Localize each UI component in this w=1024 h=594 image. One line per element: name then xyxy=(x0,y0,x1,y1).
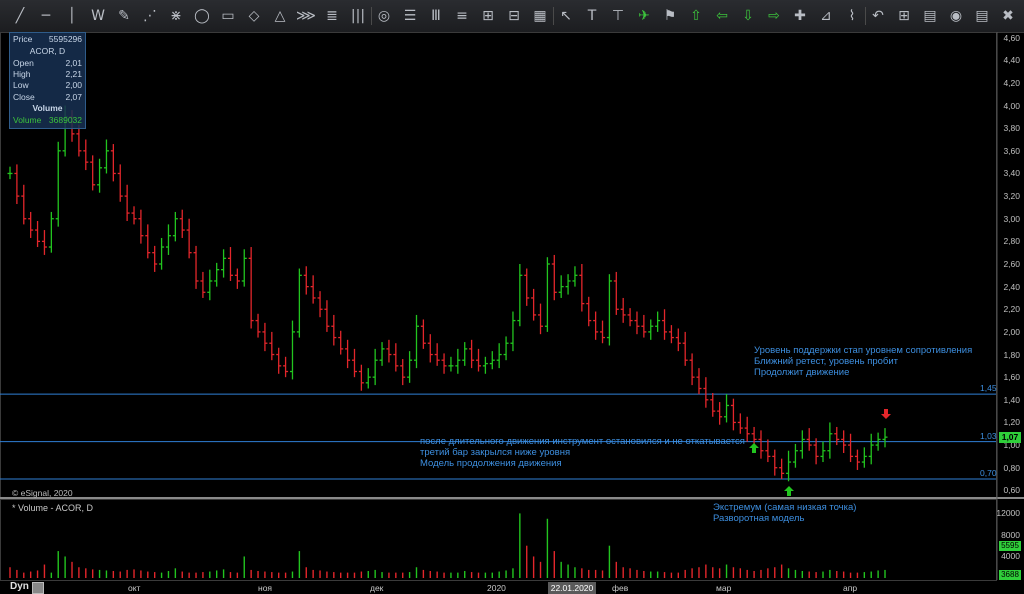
volume-panel-title: * Volume - ACOR, D xyxy=(12,503,94,513)
price-tick-label: 2,00 xyxy=(1003,326,1020,337)
month-label: 2020 xyxy=(487,583,506,593)
high-label: High xyxy=(13,69,31,79)
price-tick-label: 3,00 xyxy=(1003,213,1020,224)
note-line: третий бар закрылся ниже уровня xyxy=(420,447,571,458)
note-line: после длительного движения инструмент ос… xyxy=(420,436,745,447)
price-tick-label: 4,20 xyxy=(1003,77,1020,88)
price-tick-label: 2,80 xyxy=(1003,236,1020,247)
low-label: Low xyxy=(13,80,29,90)
level-value-label: 1,03 xyxy=(980,430,997,441)
price-tick-label: 0,60 xyxy=(1003,485,1020,496)
volume-tick-label: 4000 xyxy=(1001,551,1020,562)
volume-tick-label: 8000 xyxy=(1001,529,1020,540)
info-box: Price 5595296 ACOR, D Open 2,01 High 2,21 L… xyxy=(9,32,86,129)
price-tick-label: 0,80 xyxy=(1003,462,1020,473)
last-price-tag: 1,07 xyxy=(999,432,1021,444)
volume-value: 3689032 xyxy=(48,115,82,125)
price-tick-label: 4,00 xyxy=(1003,100,1020,111)
low-value: 2,00 xyxy=(65,80,82,90)
price-tick-label: 1,60 xyxy=(1003,372,1020,383)
note-line: Экстремум (самая низкая точка) xyxy=(713,502,857,513)
symbol-label: ACOR, D xyxy=(29,46,66,56)
annotation-continuation-model[interactable]: после длительного движения инструмент ос… xyxy=(420,436,745,469)
month-label: ноя xyxy=(258,583,273,593)
price-tick-label: 1,80 xyxy=(1003,349,1020,360)
price-tick-label: 2,20 xyxy=(1003,304,1020,315)
level-value-label: 0,70 xyxy=(980,468,997,479)
cursor-date-tag: 22.01.2020 xyxy=(548,582,596,594)
month-label: апр xyxy=(843,583,858,593)
price-panel-frame xyxy=(0,32,997,498)
close-value: 2,07 xyxy=(65,92,82,102)
esignal-watermark: © eSignal, 2020 xyxy=(12,488,73,498)
note-line: Модель продолжения движения xyxy=(420,458,562,469)
annotation-support-resistance[interactable]: Уровень поддержки стап уровнем сопротивл… xyxy=(754,345,972,378)
esignal-chart-window: ╱ ─ │ W ✎ ⋰ ⋇ ◯ ▭ ◇ △ ⋙ ≣ ||| ◎ ☰ Ⅲ ≡ ⊞ ⊟ ▦ ↖ T ⊤ ✈ ⚑ ⇧ ⇦ ⇩ ⇨ ✚ ⊿ ⌇ ↶ ⊞ ▤ ◉ ▤… xyxy=(0,0,1024,594)
price-value: 5595296 xyxy=(48,34,82,44)
level-value-label: 1,45 xyxy=(980,383,997,394)
month-label: окт xyxy=(128,583,141,593)
month-label: фев xyxy=(612,583,629,593)
open-value: 2,01 xyxy=(65,58,82,68)
note-line: Уровень поддержки стап уровнем сопротивл… xyxy=(754,345,973,356)
volume-title: Volume xyxy=(32,103,63,113)
price-tick-label: 3,40 xyxy=(1003,168,1020,179)
price-tick-label: 3,60 xyxy=(1003,145,1020,156)
month-label: дек xyxy=(370,583,384,593)
annotation-reversal-model[interactable]: Экстремум (самая низкая точка) Разворотн… xyxy=(713,502,856,524)
month-label: мар xyxy=(716,583,732,593)
price-tick-label: 3,80 xyxy=(1003,123,1020,134)
buy-signal-arrow-icon xyxy=(749,443,759,453)
sell-signal-arrow-icon xyxy=(881,409,891,419)
note-line: Продолжит движение xyxy=(754,367,850,378)
volume-label: Volume xyxy=(13,115,42,125)
interval-settings-icon[interactable] xyxy=(32,582,44,594)
close-label: Close xyxy=(13,92,35,102)
price-tick-label: 3,20 xyxy=(1003,191,1020,202)
interval-label[interactable]: Dyn xyxy=(10,581,29,592)
price-label: Price xyxy=(13,34,33,44)
volume-tick-label: 12000 xyxy=(996,508,1020,519)
open-label: Open xyxy=(13,58,34,68)
price-tick-label: 2,60 xyxy=(1003,259,1020,269)
high-value: 2,21 xyxy=(65,69,82,79)
note-line: Ближний ретест, уровень пробит xyxy=(754,356,899,367)
price-tick-label: 4,40 xyxy=(1003,55,1020,66)
price-tick-label: 2,40 xyxy=(1003,281,1020,292)
price-tick-label: 1,40 xyxy=(1003,394,1020,405)
buy-signal-arrow-icon xyxy=(784,486,794,496)
note-line: Разворотная модель xyxy=(713,513,805,524)
volume-tag-2: 3688 xyxy=(999,570,1021,580)
price-chart[interactable] xyxy=(0,0,1024,594)
volume-tag-1: 5595 xyxy=(999,541,1021,551)
price-tick-label: 4,60 xyxy=(1003,32,1020,43)
price-tick-label: 1,20 xyxy=(1003,417,1020,428)
